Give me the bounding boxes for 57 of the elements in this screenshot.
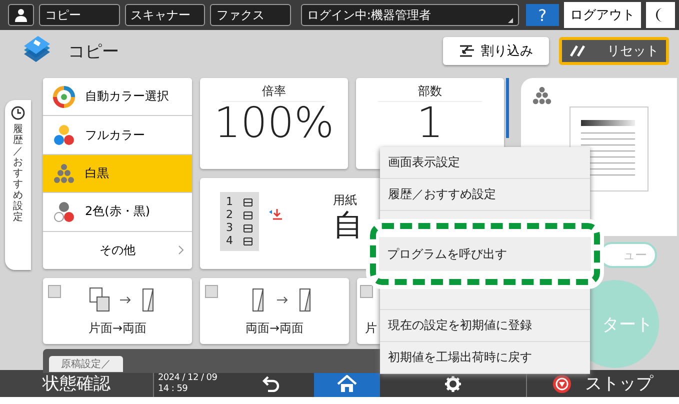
chevron-icon xyxy=(178,245,184,256)
checkbox[interactable] xyxy=(205,285,218,298)
time-text: 14 : 59 xyxy=(158,384,189,394)
back-icon xyxy=(260,376,280,392)
paper-value: 自 xyxy=(333,209,363,242)
logout-button[interactable]: ログアウト xyxy=(564,2,641,28)
dots-icon xyxy=(531,86,553,106)
tray-drawing: 1 2 3 4 xyxy=(220,192,259,251)
settings-icon xyxy=(445,376,461,392)
color-mode-option[interactable]: 自動カラー選択 xyxy=(43,78,192,116)
user-icon xyxy=(14,8,28,22)
duplex-card[interactable]: 片面→両面 xyxy=(43,278,192,344)
two-color-dots-icon xyxy=(53,200,75,223)
menu-item[interactable]: 画面表示設定 xyxy=(380,147,590,179)
color-mode-option[interactable]: 白黒 xyxy=(43,154,192,194)
login-status[interactable]: ログイン中:機器管理者 xyxy=(300,4,519,26)
help-button[interactable]: ? xyxy=(526,4,560,26)
copies-value: 1 xyxy=(416,102,444,144)
date-text: 2024 / 12 / 09 xyxy=(158,372,218,384)
duplex-card[interactable]: 両面→両面 xyxy=(200,278,349,344)
stop-icon xyxy=(553,374,571,392)
dots-icon xyxy=(53,162,75,185)
copies-label: 部数 xyxy=(378,83,482,102)
duplex-label: 片面→両面 xyxy=(88,320,147,337)
duplex-label: 両面→両面 xyxy=(245,320,304,337)
checkbox[interactable] xyxy=(48,285,61,298)
checkbox[interactable] xyxy=(360,285,373,298)
duplex-label: 片 xyxy=(365,320,377,337)
app-tab[interactable]: ファクス xyxy=(210,4,291,26)
clock-icon xyxy=(11,106,25,120)
ratio-label: 倍率 xyxy=(222,83,326,102)
color-mode-option[interactable]: その他 xyxy=(43,232,192,269)
paper-label: 用紙 xyxy=(333,192,358,209)
user-button[interactable] xyxy=(8,4,34,26)
home-icon xyxy=(337,374,357,392)
history-side-tab[interactable]: 履歴／おすすめ設定 xyxy=(5,100,31,270)
menu-item[interactable]: プログラムを呼び出す xyxy=(379,237,591,271)
menu-item[interactable]: 現在の設定を初期値に登録 xyxy=(380,310,590,342)
night-mode-button[interactable] xyxy=(646,2,675,28)
original-settings-tab[interactable]: 原稿設定／ xyxy=(49,356,123,372)
ratio-card[interactable]: 倍率 100% xyxy=(200,78,348,169)
feed-arrow-icon xyxy=(267,208,283,220)
reset-button[interactable]: リセット xyxy=(559,37,669,65)
color-dots-icon xyxy=(53,124,75,146)
interrupt-button[interactable]: 割り込み xyxy=(443,37,549,65)
status-button[interactable]: 状態確認 xyxy=(0,370,153,397)
app-tab[interactable]: コピー xyxy=(39,4,120,26)
interrupt-icon xyxy=(459,44,475,58)
reset-icon xyxy=(569,44,587,58)
auto-color-icon xyxy=(53,86,75,108)
ratio-value: 100% xyxy=(214,102,334,144)
color-mode-option[interactable]: 2色(赤・黒) xyxy=(43,193,192,232)
menu-item[interactable]: 履歴／おすすめ設定 xyxy=(380,179,590,211)
menu-item[interactable]: 初期値を工場出荷時に戻す xyxy=(380,342,590,374)
app-tab[interactable]: スキャナー xyxy=(124,4,206,26)
screen-title: コピー xyxy=(68,40,119,62)
color-mode-option[interactable]: フルカラー xyxy=(43,116,192,155)
